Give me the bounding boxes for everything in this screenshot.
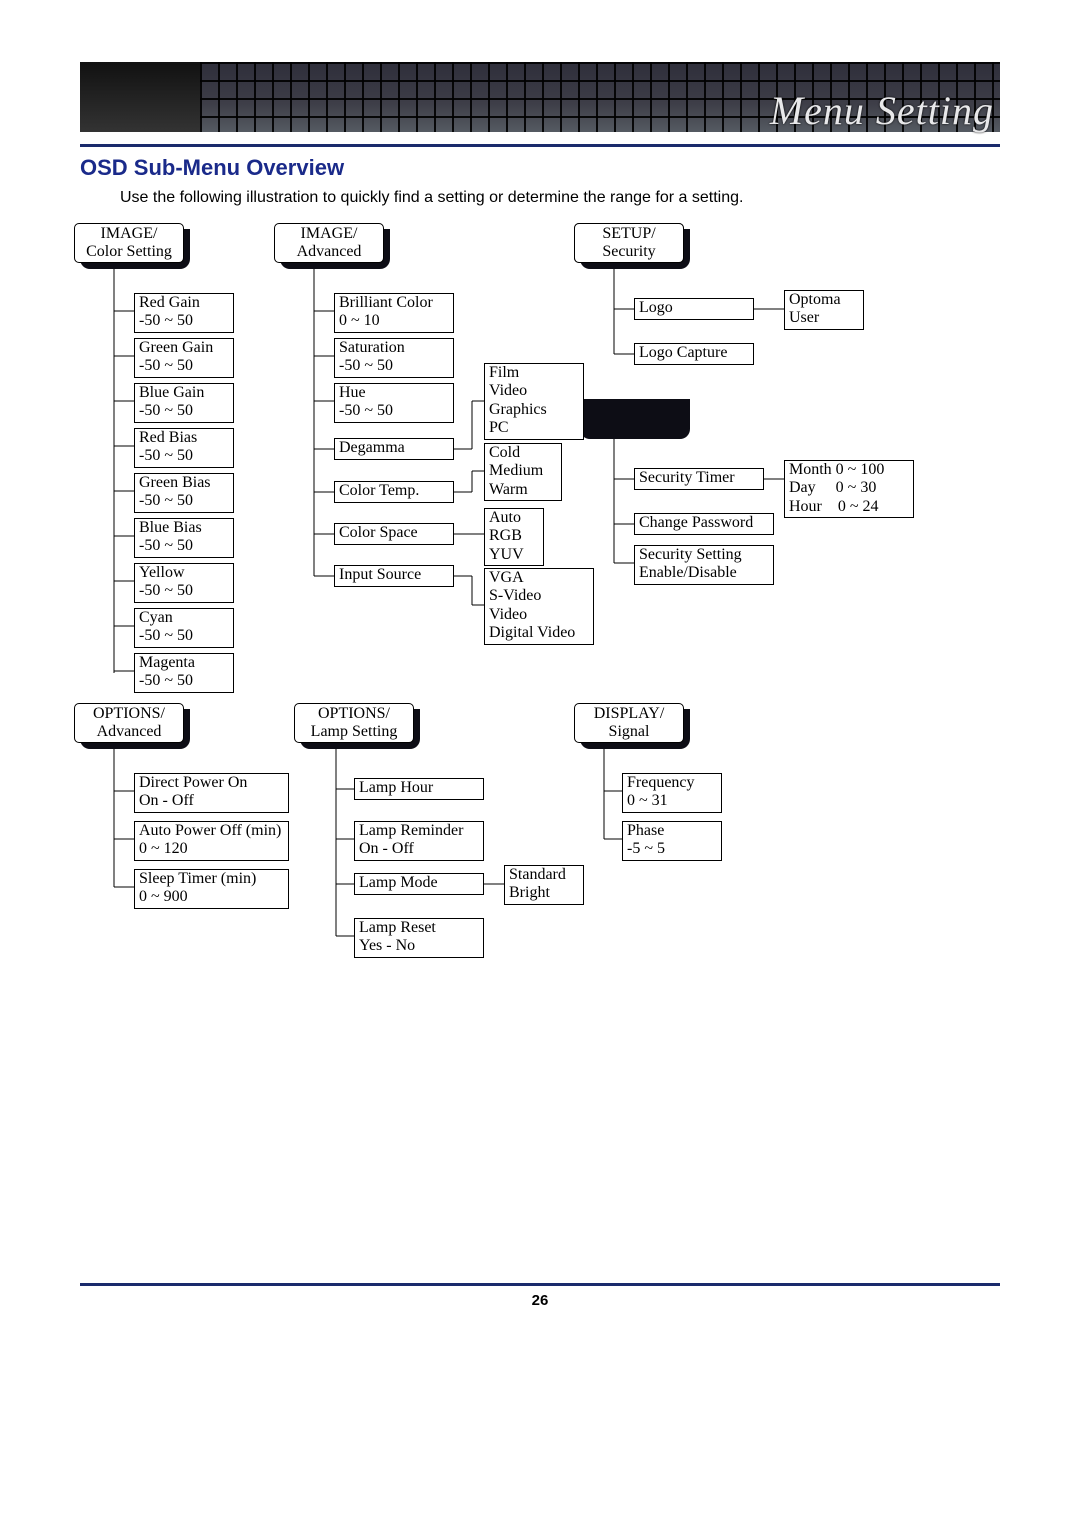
root-line1: OPTIONS/ xyxy=(93,705,165,722)
box-degamma: Degamma xyxy=(334,438,454,460)
box-magenta: Magenta -50 ~ 50 xyxy=(134,653,234,693)
box-security-timer: Security Timer xyxy=(634,468,764,490)
box-logo: Logo xyxy=(634,298,754,320)
osd-diagram: IMAGE/ Color Setting IMAGE/ Advanced SET… xyxy=(74,223,994,983)
box-blue-gain: Blue Gain -50 ~ 50 xyxy=(134,383,234,423)
root-line1: IMAGE/ xyxy=(301,225,358,242)
box-lamp-mode: Lamp Mode xyxy=(354,873,484,895)
manual-page: Menu Setting OSD Sub-Menu Overview Use t… xyxy=(0,0,1080,1349)
box-degamma-options: Film Video Graphics PC xyxy=(484,363,584,440)
box-auto-power-off: Auto Power Off (min) 0 ~ 120 xyxy=(134,821,289,861)
box-yellow: Yellow -50 ~ 50 xyxy=(134,563,234,603)
box-green-bias: Green Bias -50 ~ 50 xyxy=(134,473,234,513)
root-line2: Color Setting xyxy=(86,243,172,260)
box-cyan: Cyan -50 ~ 50 xyxy=(134,608,234,648)
box-hue: Hue -50 ~ 50 xyxy=(334,383,454,423)
box-lamp-reminder: Lamp Reminder On - Off xyxy=(354,821,484,861)
box-red-bias: Red Bias -50 ~ 50 xyxy=(134,428,234,468)
page-number: 26 xyxy=(80,1292,1000,1309)
box-frequency: Frequency 0 ~ 31 xyxy=(622,773,722,813)
root-line1: OPTIONS/ xyxy=(318,705,390,722)
box-lamp-mode-options: Standard Bright xyxy=(504,865,584,905)
banner-title: Menu Setting xyxy=(770,87,994,134)
root-line2: Advanced xyxy=(297,243,362,260)
box-lamp-hour: Lamp Hour xyxy=(354,778,484,800)
root-line1: SETUP/ xyxy=(602,225,655,242)
intro-text: Use the following illustration to quickl… xyxy=(120,189,1000,207)
banner-left-block xyxy=(80,62,200,132)
box-brilliant-color: Brilliant Color 0 ~ 10 xyxy=(334,293,454,333)
box-color-temp-options: Cold Medium Warm xyxy=(484,443,562,501)
box-color-space: Color Space xyxy=(334,523,454,545)
box-saturation: Saturation -50 ~ 50 xyxy=(334,338,454,378)
banner-underline xyxy=(80,144,1000,147)
box-red-gain: Red Gain -50 ~ 50 xyxy=(134,293,234,333)
root-line2: Advanced xyxy=(97,723,162,740)
box-color-space-options: Auto RGB YUV xyxy=(484,508,544,566)
footer-rule xyxy=(80,1283,1000,1286)
box-direct-power-on: Direct Power On On - Off xyxy=(134,773,289,813)
root-line2: Security xyxy=(602,243,655,260)
box-color-temp: Color Temp. xyxy=(334,481,454,503)
box-lamp-reset: Lamp Reset Yes - No xyxy=(354,918,484,958)
box-logo-capture: Logo Capture xyxy=(634,343,754,365)
box-input-source-options: VGA S-Video Video Digital Video xyxy=(484,568,594,645)
box-security-timer-options: Month 0 ~ 100 Day 0 ~ 30 Hour 0 ~ 24 xyxy=(784,460,914,518)
box-change-password: Change Password xyxy=(634,513,774,535)
box-blue-bias: Blue Bias -50 ~ 50 xyxy=(134,518,234,558)
root-line1: DISPLAY/ xyxy=(594,705,665,722)
box-green-gain: Green Gain -50 ~ 50 xyxy=(134,338,234,378)
box-sleep-timer: Sleep Timer (min) 0 ~ 900 xyxy=(134,869,289,909)
root-line2: Lamp Setting xyxy=(311,723,398,740)
section-title: OSD Sub-Menu Overview xyxy=(80,155,1000,181)
box-logo-options: Optoma User xyxy=(784,290,864,330)
box-phase: Phase -5 ~ 5 xyxy=(622,821,722,861)
box-input-source: Input Source xyxy=(334,565,454,587)
root-line2: Signal xyxy=(609,723,650,740)
box-security-setting: Security Setting Enable/Disable xyxy=(634,545,774,585)
root-line1: IMAGE/ xyxy=(101,225,158,242)
header-banner: Menu Setting xyxy=(80,60,1000,132)
